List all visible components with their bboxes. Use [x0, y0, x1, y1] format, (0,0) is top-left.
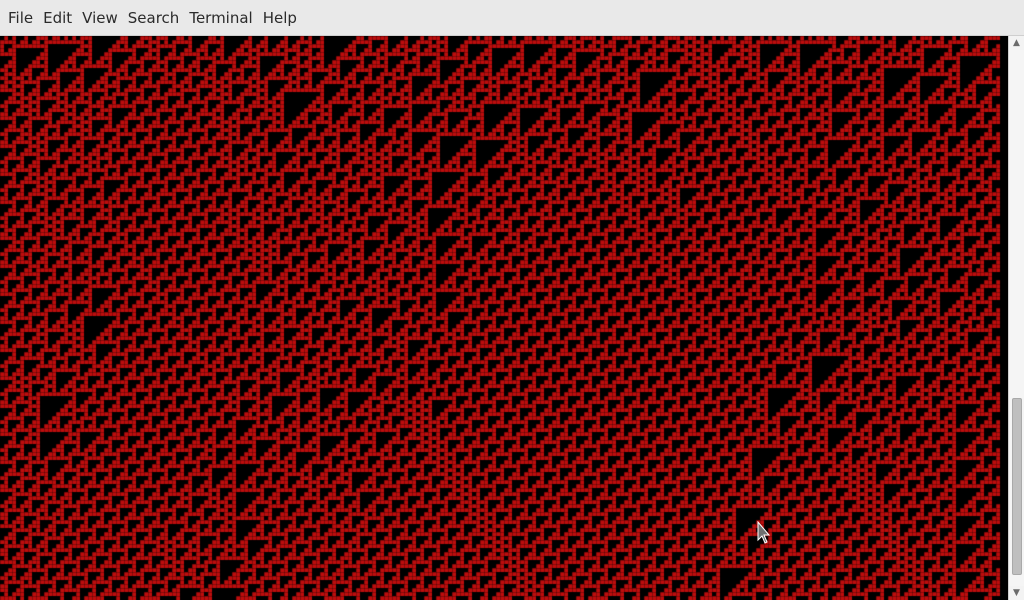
scroll-up-arrow-icon[interactable]: ▲: [1009, 36, 1024, 50]
menu-view[interactable]: View: [77, 3, 123, 33]
terminal-window: File Edit View Search Terminal Help ▲ ▼: [0, 0, 1024, 600]
menu-terminal[interactable]: Terminal: [184, 3, 257, 33]
terminal-content[interactable]: [0, 36, 1008, 600]
scroll-thumb[interactable]: [1012, 398, 1022, 575]
scroll-down-arrow-icon[interactable]: ▼: [1009, 586, 1024, 600]
menu-search[interactable]: Search: [123, 3, 185, 33]
vertical-scrollbar[interactable]: ▲ ▼: [1008, 36, 1024, 600]
menu-help[interactable]: Help: [258, 3, 302, 33]
scroll-track[interactable]: [1009, 50, 1024, 586]
menu-edit[interactable]: Edit: [38, 3, 77, 33]
terminal-output: [0, 36, 1008, 600]
menu-file[interactable]: File: [3, 3, 38, 33]
menu-bar: File Edit View Search Terminal Help: [0, 0, 1024, 36]
